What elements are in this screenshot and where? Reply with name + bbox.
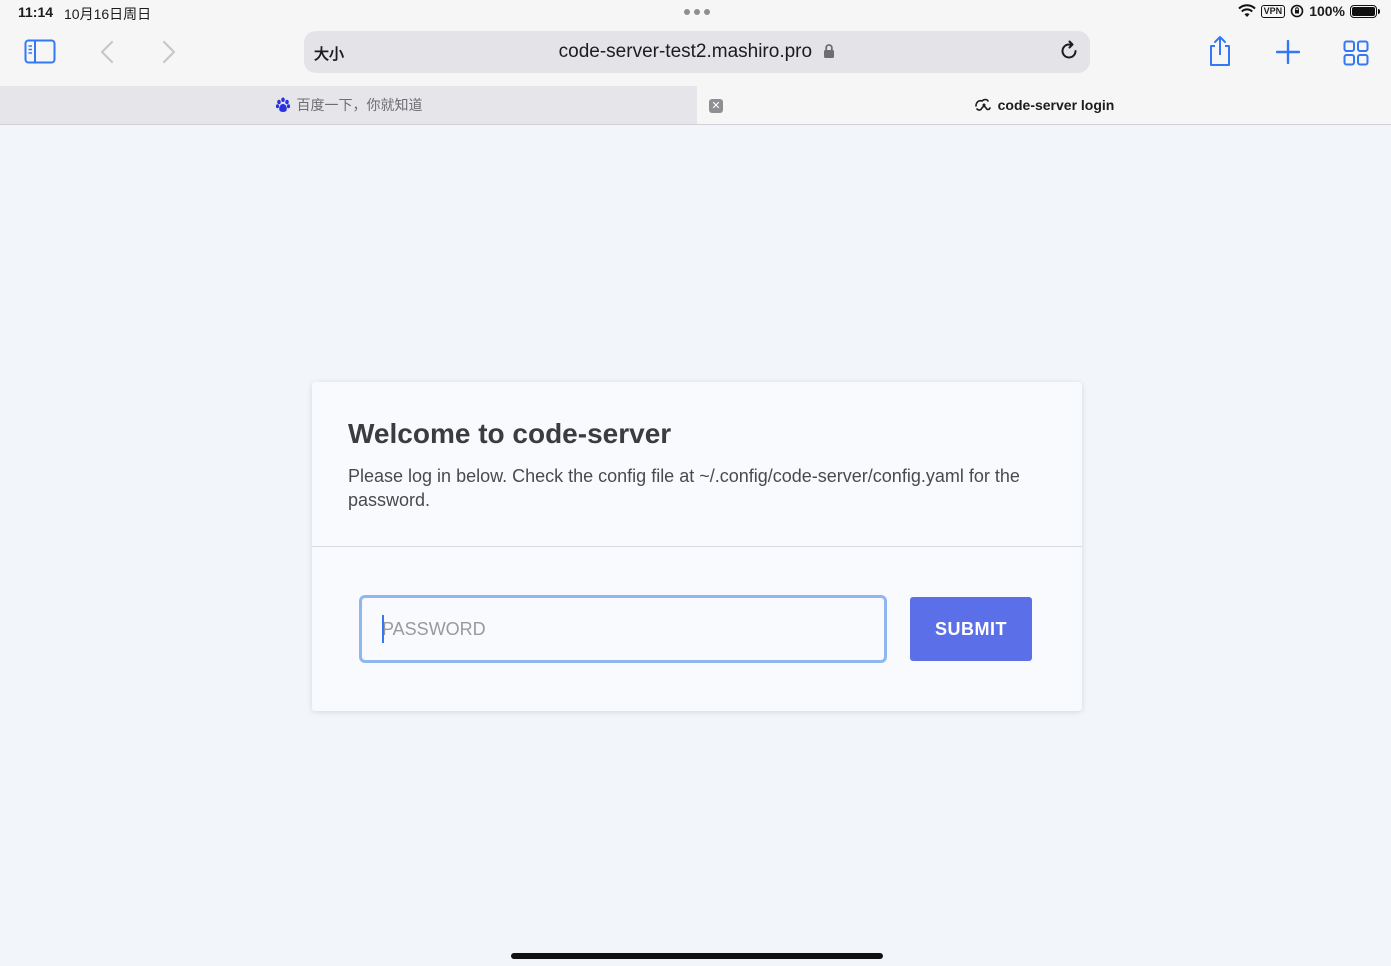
login-card-header: Welcome to code-server Please log in bel… bbox=[312, 382, 1082, 547]
sidebar-toggle-icon[interactable] bbox=[24, 39, 56, 65]
tab-overview-icon[interactable] bbox=[1343, 40, 1369, 66]
text-caret bbox=[382, 615, 384, 643]
reload-icon[interactable] bbox=[1058, 40, 1080, 62]
forward-chevron-icon[interactable] bbox=[160, 40, 178, 64]
battery-icon bbox=[1350, 4, 1380, 18]
orientation-lock-icon bbox=[1290, 4, 1304, 18]
baidu-paw-icon bbox=[275, 97, 291, 113]
back-chevron-icon[interactable] bbox=[98, 40, 116, 64]
tab-title-baidu: 百度一下，你就知道 bbox=[296, 97, 423, 113]
login-title: Welcome to code-server bbox=[348, 418, 672, 449]
address-bar[interactable]: 大小 code-server-test2.mashiro.pro bbox=[304, 31, 1090, 73]
url-text: code-server-test2.mashiro.pro bbox=[558, 41, 813, 62]
tab-code-server-login[interactable]: ✕ code-server login bbox=[697, 86, 1391, 124]
tab-bar: 百度一下，你就知道 ✕ code-server login bbox=[0, 86, 1391, 125]
password-input[interactable] bbox=[359, 595, 887, 663]
code-server-logo-icon bbox=[974, 97, 992, 113]
tab-baidu[interactable]: 百度一下，你就知道 bbox=[0, 86, 697, 124]
status-bar: 11:14 10月16日周日 VPN 100% bbox=[0, 0, 1391, 26]
vpn-badge: VPN bbox=[1260, 4, 1286, 18]
submit-button[interactable]: SUBMIT bbox=[910, 597, 1032, 661]
tab-title-code-server: code-server login bbox=[997, 97, 1115, 113]
lock-icon bbox=[824, 44, 835, 58]
status-date: 10月16日周日 bbox=[64, 6, 152, 22]
wifi-icon bbox=[1237, 4, 1256, 17]
login-card: Welcome to code-server Please log in bel… bbox=[312, 382, 1082, 711]
close-tab-icon[interactable]: ✕ bbox=[709, 99, 723, 113]
battery-percent: 100% bbox=[1309, 3, 1345, 19]
login-description: Please log in below. Check the config fi… bbox=[348, 466, 1020, 510]
multitasking-dots-icon[interactable] bbox=[684, 9, 710, 15]
status-right: VPN 100% bbox=[1237, 3, 1380, 19]
status-time: 11:14 bbox=[18, 4, 54, 20]
browser-toolbar: 大小 code-server-test2.mashiro.pro bbox=[0, 26, 1391, 86]
url-display[interactable]: code-server-test2.mashiro.pro bbox=[304, 41, 1090, 63]
share-icon[interactable] bbox=[1207, 35, 1233, 67]
new-tab-plus-icon[interactable] bbox=[1276, 40, 1300, 64]
home-indicator[interactable] bbox=[511, 953, 883, 959]
